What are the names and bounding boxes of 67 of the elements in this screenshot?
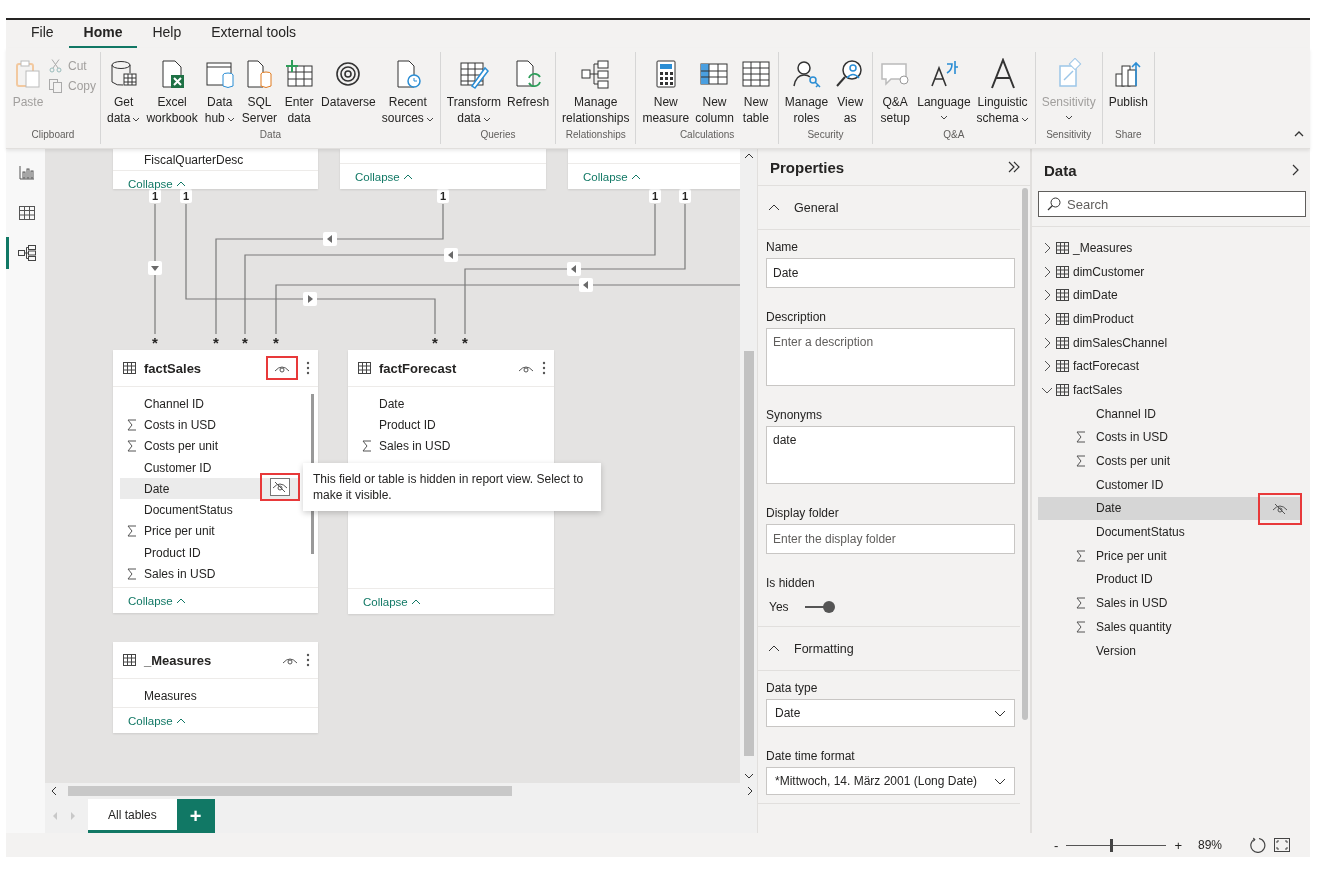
table-name: dimSalesChannel bbox=[1073, 335, 1168, 350]
field-name: Customer ID bbox=[144, 460, 212, 475]
group-label: Sensitivity bbox=[1046, 129, 1092, 142]
table-name: _Measures bbox=[144, 652, 213, 668]
cardinality-label: 1 bbox=[180, 189, 192, 203]
table-name: dimProduct bbox=[1073, 311, 1134, 326]
table-name: dimCustomer bbox=[1073, 264, 1145, 279]
field-name: Channel ID bbox=[144, 396, 205, 411]
field-name: Channel ID bbox=[1096, 406, 1157, 421]
group-label: Q&A bbox=[943, 129, 965, 142]
field-name: Customer ID bbox=[1096, 477, 1164, 492]
field-label: Date time format bbox=[766, 749, 856, 763]
zoom-level: 89% bbox=[1197, 838, 1222, 852]
cardinality-label: * bbox=[431, 334, 439, 346]
field-label: Data type bbox=[766, 681, 819, 695]
table-name: _Measures bbox=[1073, 240, 1133, 255]
cardinality-label: 1 bbox=[149, 189, 161, 203]
table-name: factForecast bbox=[379, 360, 458, 376]
field-name: Sales quantity bbox=[1096, 619, 1172, 634]
field-name: Date bbox=[144, 481, 170, 496]
field-name: Sales in USD bbox=[1096, 596, 1168, 611]
field-label: Name bbox=[766, 240, 799, 254]
field-name: Date bbox=[1096, 501, 1122, 516]
table-name: dimDate bbox=[1073, 288, 1118, 303]
field-name: Date bbox=[379, 396, 405, 411]
field-name: Product ID bbox=[379, 417, 436, 432]
pane-title: Properties bbox=[770, 158, 845, 176]
field-name: Costs in USD bbox=[144, 417, 217, 432]
field-label: Synonyms bbox=[766, 408, 824, 422]
group-label: Calculations bbox=[679, 129, 735, 142]
cardinality-label: * bbox=[461, 334, 469, 346]
field-name: Measures bbox=[144, 688, 197, 703]
group-label: Data bbox=[259, 129, 281, 142]
field-label: Is hidden bbox=[766, 576, 816, 590]
field-label: Description bbox=[766, 310, 828, 324]
group-label: Queries bbox=[480, 129, 516, 142]
cardinality-label: * bbox=[241, 334, 249, 346]
cardinality-label: * bbox=[151, 334, 159, 346]
field-name: FiscalQuarterDesc bbox=[144, 152, 244, 167]
toggle-label: Yes bbox=[769, 600, 789, 614]
table-name: factForecast bbox=[1073, 359, 1140, 374]
cardinality-label: 1 bbox=[437, 189, 449, 203]
field-name: Sales in USD bbox=[379, 439, 451, 454]
field-name: Costs per unit bbox=[1096, 454, 1171, 469]
cardinality-label: * bbox=[272, 334, 280, 346]
field-name: Product ID bbox=[1096, 572, 1153, 587]
group-label: Security bbox=[807, 129, 844, 142]
field-name: DocumentStatus bbox=[1096, 525, 1185, 540]
field-name: Costs in USD bbox=[1096, 430, 1169, 445]
field-name: Costs per unit bbox=[144, 439, 219, 454]
cardinality-label: 1 bbox=[679, 189, 691, 203]
cardinality-label: * bbox=[212, 334, 220, 346]
field-name: Price per unit bbox=[1096, 548, 1167, 563]
tooltip: This field or table is hidden in report view. Select to make it visible. bbox=[303, 463, 601, 511]
pane-title: Data bbox=[1044, 161, 1077, 179]
field-name: Version bbox=[1096, 643, 1137, 658]
field-name: Price per unit bbox=[144, 524, 215, 539]
field-name: DocumentStatus bbox=[144, 503, 233, 518]
group-label: Clipboard bbox=[31, 129, 75, 142]
table-name: factSales bbox=[144, 360, 203, 376]
cardinality-label: 1 bbox=[649, 189, 661, 203]
field-label: Display folder bbox=[766, 506, 840, 520]
group-label: Share bbox=[1115, 129, 1142, 142]
group-label: Relationships bbox=[565, 129, 626, 142]
field-name: Product ID bbox=[144, 545, 201, 560]
table-name: factSales bbox=[1073, 382, 1123, 397]
field-name: Sales in USD bbox=[144, 567, 216, 581]
